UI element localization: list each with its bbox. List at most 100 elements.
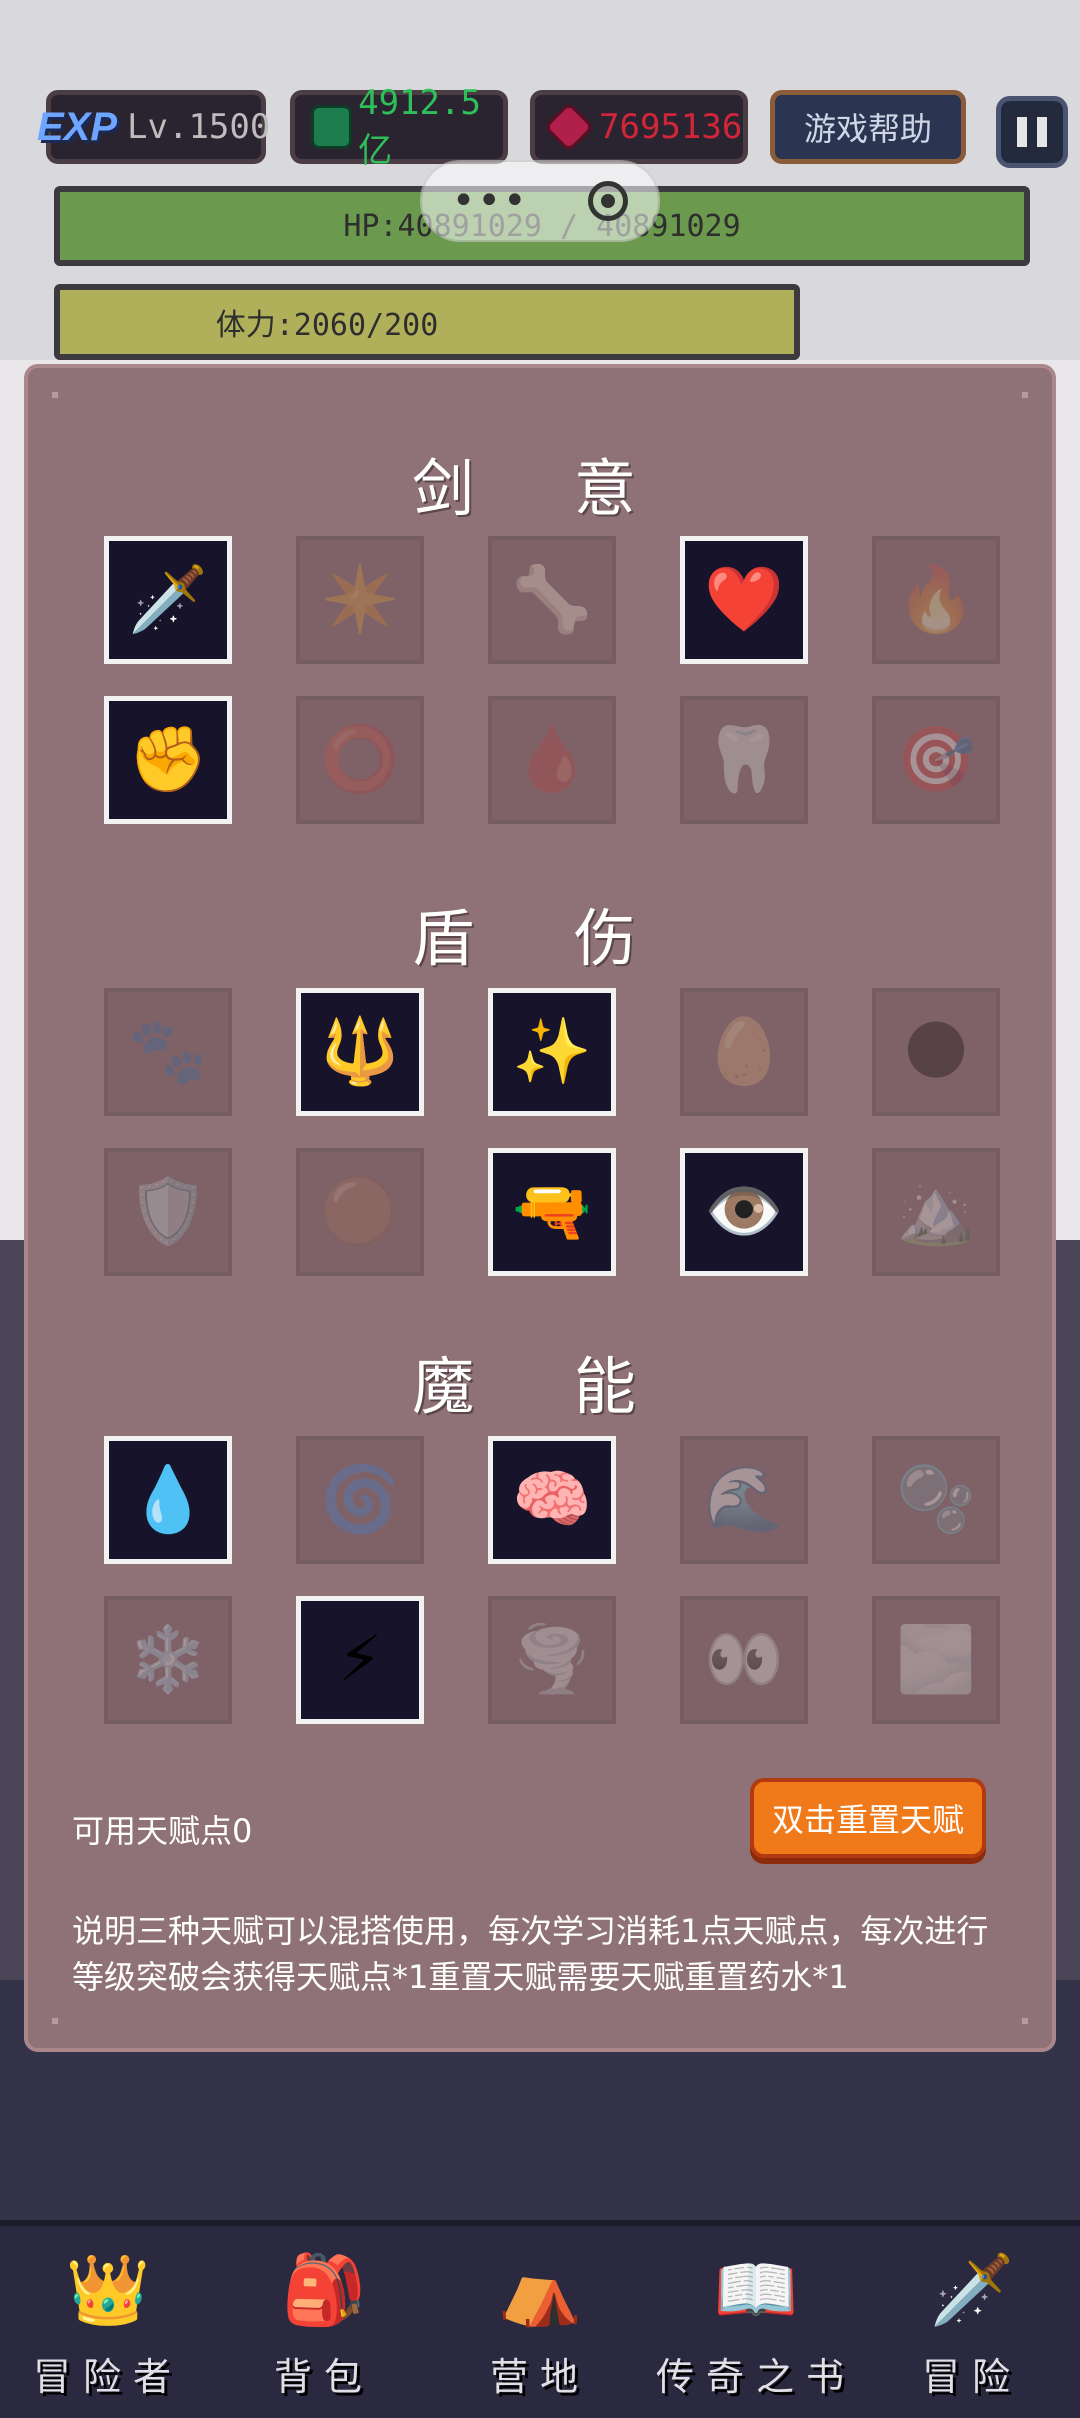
- game-help-button[interactable]: 游戏帮助: [770, 90, 966, 164]
- talent-slot[interactable]: ✴️: [296, 536, 424, 664]
- fire-trident-icon: 🔱: [320, 1015, 400, 1089]
- bone-icon: 🦴: [512, 563, 592, 637]
- talent-slot[interactable]: 🦴: [488, 536, 616, 664]
- crosshair-icon: 🎯: [896, 723, 976, 797]
- talent-slot[interactable]: 🌊: [680, 1436, 808, 1564]
- ice-crystals-icon: 💧: [128, 1463, 208, 1537]
- talent-slot[interactable]: 🐾: [104, 988, 232, 1116]
- bottom-nav: 👑 冒险者 🎒 背包 ⛺ 营地 📖 传奇之书 🗡️ 冒险: [0, 2220, 1080, 2418]
- mountain-icon: 🏔️: [896, 1175, 976, 1249]
- boulders-icon: 🟤: [320, 1175, 400, 1249]
- nav-camp[interactable]: ⛺ 营地: [440, 2226, 640, 2418]
- panel-rivet: [52, 2018, 58, 2024]
- talent-slot[interactable]: 🛡️: [104, 1148, 232, 1276]
- frost-spike-icon: ❄️: [128, 1623, 208, 1697]
- nav-adventurer[interactable]: 👑 冒险者: [8, 2226, 208, 2418]
- pause-button[interactable]: [996, 96, 1068, 168]
- mini-program-capsule: •••: [420, 160, 660, 242]
- talent-slot[interactable]: 🔫: [488, 1148, 616, 1276]
- talent-description: 说明三种天赋可以混搭使用，每次学习消耗1点天赋点，每次进行等级突破会获得天赋点*…: [72, 1912, 989, 1996]
- talent-slot[interactable]: ⚡: [296, 1596, 424, 1724]
- star-ring-icon: ✨: [512, 1015, 592, 1089]
- section-title-sword: 剑 意: [412, 452, 676, 525]
- talent-slot[interactable]: ❤️: [680, 536, 808, 664]
- talent-slot[interactable]: ❄️: [104, 1596, 232, 1724]
- talent-slot[interactable]: 🔱: [296, 988, 424, 1116]
- bullet-icon: 🔫: [512, 1175, 592, 1249]
- section-title-magic: 魔 能: [412, 1350, 676, 1423]
- talent-slot[interactable]: 🩸: [488, 696, 616, 824]
- panel-rivet: [52, 392, 58, 398]
- nav-label: 传奇之书: [656, 2355, 857, 2399]
- ruby-icon: [543, 101, 595, 153]
- talent-slot[interactable]: ✊: [104, 696, 232, 824]
- nav-label: 背包: [273, 2355, 374, 2399]
- talent-slot[interactable]: 🗡️: [104, 536, 232, 664]
- close-target-icon[interactable]: [588, 181, 629, 221]
- gems-display: 7695136: [530, 90, 748, 164]
- level-value: Lv.1500: [127, 107, 271, 147]
- gems-value: 7695136: [599, 107, 743, 147]
- talent-slot[interactable]: 🌪️: [488, 1596, 616, 1724]
- section-title-shield: 盾 伤: [412, 902, 676, 975]
- talent-slot[interactable]: 🎯: [872, 696, 1000, 824]
- paw-icon: 🐾: [128, 1015, 208, 1089]
- stamina-bar: 体力:2060/200: [54, 284, 800, 360]
- nav-label: 冒险者: [32, 2355, 183, 2399]
- orb-icon: 🥚: [704, 1015, 784, 1089]
- fangs-icon: 🦷: [704, 723, 784, 797]
- brain-icon: 🧠: [512, 1463, 592, 1537]
- fist-icon: ✊: [128, 723, 208, 797]
- talent-slot[interactable]: 💧: [104, 1436, 232, 1564]
- exp-badge: EXP: [37, 104, 118, 149]
- claw-flame-icon: 🔥: [896, 563, 976, 637]
- blood-drops-icon: 🩸: [512, 723, 592, 797]
- gold-value: 4912.5亿: [358, 82, 481, 171]
- ice-slash-icon: ⚡: [337, 1623, 383, 1697]
- talent-grid-shield: 🐾 🔱 ✨ 🥚 🌑 🛡️ 🟤 🔫 👁️ 🏔️: [104, 988, 1000, 1276]
- talent-slot[interactable]: 🔥: [872, 536, 1000, 664]
- nav-legend-book-icon: 📖: [713, 2251, 799, 2330]
- more-icon[interactable]: •••: [452, 178, 529, 224]
- talent-slot[interactable]: ⭕: [296, 696, 424, 824]
- talent-slot[interactable]: 🫧: [872, 1436, 1000, 1564]
- mist-orb-icon: 🌫️: [896, 1623, 976, 1697]
- talent-slot[interactable]: 👀: [680, 1596, 808, 1724]
- talent-slot[interactable]: 👁️: [680, 1148, 808, 1276]
- talent-slot[interactable]: 🌫️: [872, 1596, 1000, 1724]
- talent-slot[interactable]: 🟤: [296, 1148, 424, 1276]
- level-display: EXP Lv.1500: [37, 90, 270, 164]
- talent-slot[interactable]: 🌀: [296, 1436, 424, 1564]
- gold-display: 4912.5亿: [290, 83, 508, 171]
- nav-label: 营地: [489, 2355, 590, 2399]
- talent-slot[interactable]: 🌑: [872, 988, 1000, 1116]
- nav-adventure[interactable]: 🗡️ 冒险: [872, 2226, 1072, 2418]
- talent-slot[interactable]: 🏔️: [872, 1148, 1000, 1276]
- nav-camp-icon: ⛺: [497, 2251, 583, 2330]
- panel-rivet: [1022, 392, 1028, 398]
- heart-icon: ❤️: [704, 563, 784, 637]
- talent-slot[interactable]: 🥚: [680, 988, 808, 1116]
- nav-label: 冒险: [921, 2355, 1022, 2399]
- fire-eye-icon: 👁️: [704, 1175, 784, 1249]
- wave-icon: 🌊: [704, 1463, 784, 1537]
- talent-grid-magic: 💧 🌀 🧠 🌊 🫧 ❄️ ⚡ 🌪️ 👀 🌫️: [104, 1436, 1000, 1724]
- stamina-text: 体力:2060/200: [215, 308, 439, 343]
- pause-bar-icon: [1017, 117, 1027, 147]
- talent-slot[interactable]: 🦷: [680, 696, 808, 824]
- shadow-eyes-icon: 👀: [704, 1623, 784, 1697]
- swirl-icon: 🌀: [320, 1463, 400, 1537]
- nav-adventurer-icon: 👑: [65, 2251, 151, 2330]
- talent-points-label: 可用天赋点0: [72, 1812, 253, 1850]
- shield-rune-icon: 🛡️: [128, 1175, 208, 1249]
- panel-rivet: [1022, 2018, 1028, 2024]
- nav-bag-icon: 🎒: [281, 2251, 367, 2330]
- chain-sword-icon: 🗡️: [128, 563, 208, 637]
- talent-slot[interactable]: ✨: [488, 988, 616, 1116]
- nav-bag[interactable]: 🎒 背包: [224, 2226, 424, 2418]
- talent-slot[interactable]: 🧠: [488, 1436, 616, 1564]
- starfish-icon: ✴️: [320, 563, 400, 637]
- nav-legend-book[interactable]: 📖 传奇之书: [656, 2226, 856, 2418]
- reset-talent-button[interactable]: 双击重置天赋: [750, 1778, 986, 1858]
- pause-bar-icon: [1037, 117, 1047, 147]
